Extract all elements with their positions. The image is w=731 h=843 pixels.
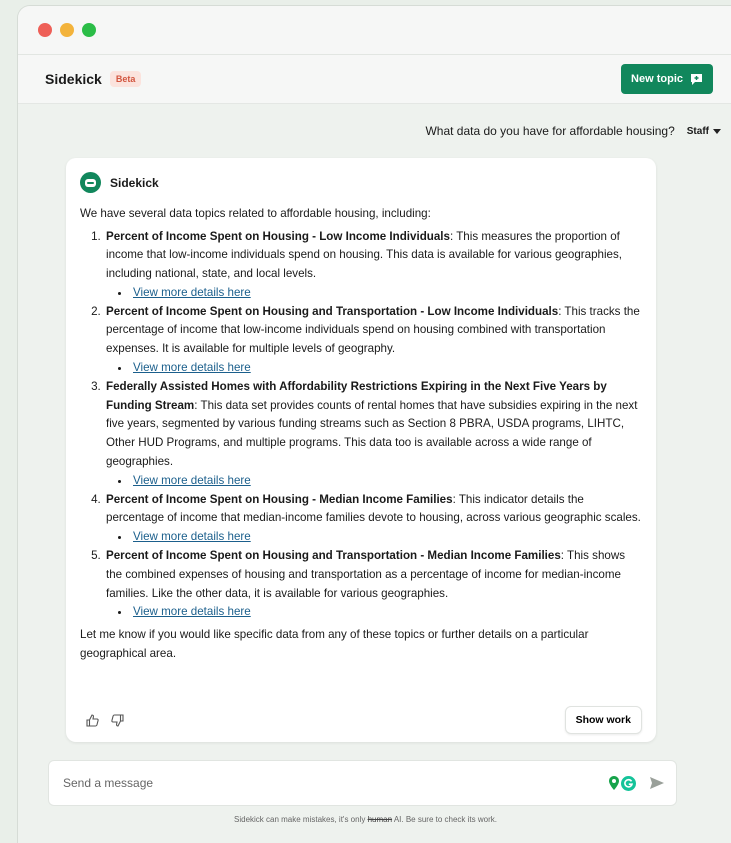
caret-down-icon (713, 128, 721, 134)
send-icon[interactable] (650, 777, 664, 789)
grammarly-icon[interactable] (621, 775, 636, 791)
thumbs-up-icon[interactable] (86, 713, 99, 727)
show-work-button[interactable]: Show work (564, 706, 642, 734)
topic-item: Percent of Income Spent on Housing - Med… (104, 491, 642, 547)
user-message-row: What data do you have for affordable hou… (18, 104, 731, 138)
topic-item: Percent of Income Spent on Housing and T… (104, 547, 642, 622)
topic-title: Percent of Income Spent on Housing and T… (106, 549, 561, 563)
disclaimer-struck-word: human (367, 815, 393, 824)
topic-item: Percent of Income Spent on Housing and T… (104, 303, 642, 378)
user-message: What data do you have for affordable hou… (425, 124, 675, 138)
response-intro: We have several data topics related to a… (80, 207, 431, 220)
topic-title: Percent of Income Spent on Housing - Low… (106, 229, 450, 243)
thumbs-down-icon[interactable] (111, 713, 124, 727)
message-composer (48, 760, 677, 806)
topic-item: Percent of Income Spent on Housing - Low… (104, 228, 642, 303)
close-window-button[interactable] (38, 23, 52, 37)
message-input[interactable] (61, 775, 609, 791)
disclaimer: Sidekick can make mistakes, it's only hu… (0, 815, 731, 824)
maximize-window-button[interactable] (82, 23, 96, 37)
title-bar (18, 6, 731, 55)
view-details-link[interactable]: View more details here (133, 286, 251, 299)
view-details-link[interactable]: View more details here (133, 474, 251, 487)
minimize-window-button[interactable] (60, 23, 74, 37)
beta-badge: Beta (109, 71, 142, 87)
app-header: Sidekick Beta New topic (18, 55, 731, 104)
new-topic-button[interactable]: New topic (621, 64, 713, 94)
topic-title: Percent of Income Spent on Housing - Med… (106, 492, 453, 506)
topic-title: Percent of Income Spent on Housing and T… (106, 304, 559, 318)
topic-list: Percent of Income Spent on Housing - Low… (80, 228, 642, 623)
new-topic-label: New topic (631, 73, 683, 85)
assistant-response-card: Sidekick We have several data topics rel… (66, 158, 656, 742)
brand-name: Sidekick (45, 71, 102, 87)
role-label: Staff (686, 125, 709, 137)
new-chat-icon (691, 73, 702, 85)
view-details-link[interactable]: View more details here (133, 361, 251, 374)
disclaimer-text: Sidekick can make mistakes, it's only (234, 815, 368, 824)
assistant-name: Sidekick (110, 175, 159, 190)
pin-icon[interactable] (609, 776, 619, 790)
view-details-link[interactable]: View more details here (133, 530, 251, 543)
view-details-link[interactable]: View more details here (133, 605, 251, 618)
disclaimer-text-end: AI. Be sure to check its work. (392, 815, 497, 824)
response-outro: Let me know if you would like specific d… (80, 628, 589, 660)
sidekick-bot-icon (80, 172, 101, 193)
role-selector[interactable]: Staff (687, 126, 721, 137)
topic-item: Federally Assisted Homes with Affordabil… (104, 378, 642, 491)
